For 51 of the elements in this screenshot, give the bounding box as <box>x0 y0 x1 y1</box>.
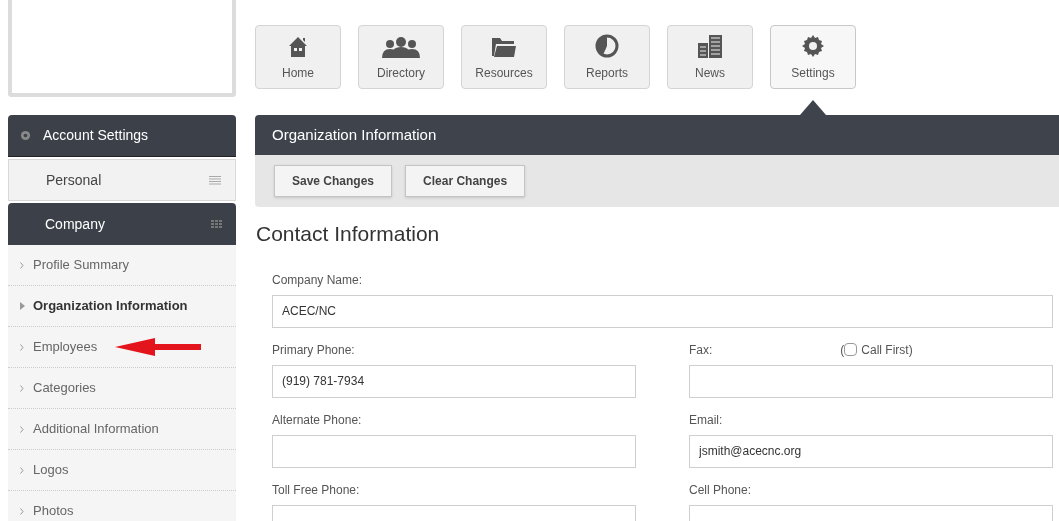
input-field[interactable]: (919) 781-7934 <box>272 364 636 398</box>
sidebar-link[interactable]: Employees <box>33 337 98 357</box>
caret-icon <box>20 302 25 310</box>
checkbox[interactable] <box>844 343 858 356</box>
toolbar-button[interactable]: Save Changes <box>274 165 393 197</box>
sidebar-section[interactable]: Company <box>8 203 236 245</box>
chevron-icon <box>20 507 24 515</box>
sidebar-link[interactable]: Photos <box>33 501 74 521</box>
pie-chart-icon <box>595 34 619 58</box>
gear-icon <box>20 130 31 141</box>
sidebar-link[interactable]: Categories <box>33 378 96 398</box>
nav-button[interactable]: Reports <box>564 25 650 89</box>
nav-button[interactable]: Settings <box>770 25 856 89</box>
field-label: Toll Free Phone: <box>272 481 360 499</box>
sidebar-link[interactable]: Additional Information <box>33 419 159 439</box>
panel-title: Organization Information <box>272 124 437 145</box>
chevron-icon <box>20 343 24 351</box>
chevron-icon <box>20 261 24 269</box>
buildings-icon <box>697 34 723 58</box>
field-label: Fax: <box>689 341 713 359</box>
checkbox-label: Call First) <box>861 341 913 359</box>
input-field[interactable] <box>272 434 636 468</box>
field-label: Email: <box>689 411 723 429</box>
input-field[interactable] <box>689 364 1053 398</box>
home-icon <box>288 36 308 58</box>
toolbar-button[interactable]: Clear Changes <box>405 165 526 197</box>
field-label: Cell Phone: <box>689 481 752 499</box>
nav-button[interactable]: Home <box>255 25 341 89</box>
sidebar-link[interactable]: Profile Summary <box>33 255 130 275</box>
chevron-icon <box>20 384 24 392</box>
sidebar-header-title: Account Settings <box>43 126 149 145</box>
folder-icon <box>491 36 517 58</box>
nav-button[interactable]: Directory <box>358 25 444 89</box>
field-label: Company Name: <box>272 271 363 289</box>
sidebar-section[interactable]: Personal <box>8 159 236 201</box>
grid-icon <box>211 220 222 228</box>
sidebar-link[interactable]: Logos <box>33 460 69 480</box>
menu-icon <box>209 175 221 185</box>
chevron-icon <box>20 425 24 433</box>
field-label: Primary Phone: <box>272 341 355 359</box>
sidebar-link[interactable]: Organization Information <box>33 296 188 316</box>
input-field[interactable]: ACEC/NC <box>272 294 1053 328</box>
nav-button[interactable]: Resources <box>461 25 547 89</box>
settings-icon <box>801 34 825 58</box>
nav-button[interactable]: News <box>667 25 753 89</box>
chevron-icon <box>20 466 24 474</box>
input-field[interactable]: jsmith@acecnc.org <box>689 434 1053 468</box>
section-title: Contact Information <box>256 221 441 247</box>
people-icon <box>381 36 421 58</box>
field-label: Alternate Phone: <box>272 411 362 429</box>
paren-text: ( <box>840 341 845 359</box>
